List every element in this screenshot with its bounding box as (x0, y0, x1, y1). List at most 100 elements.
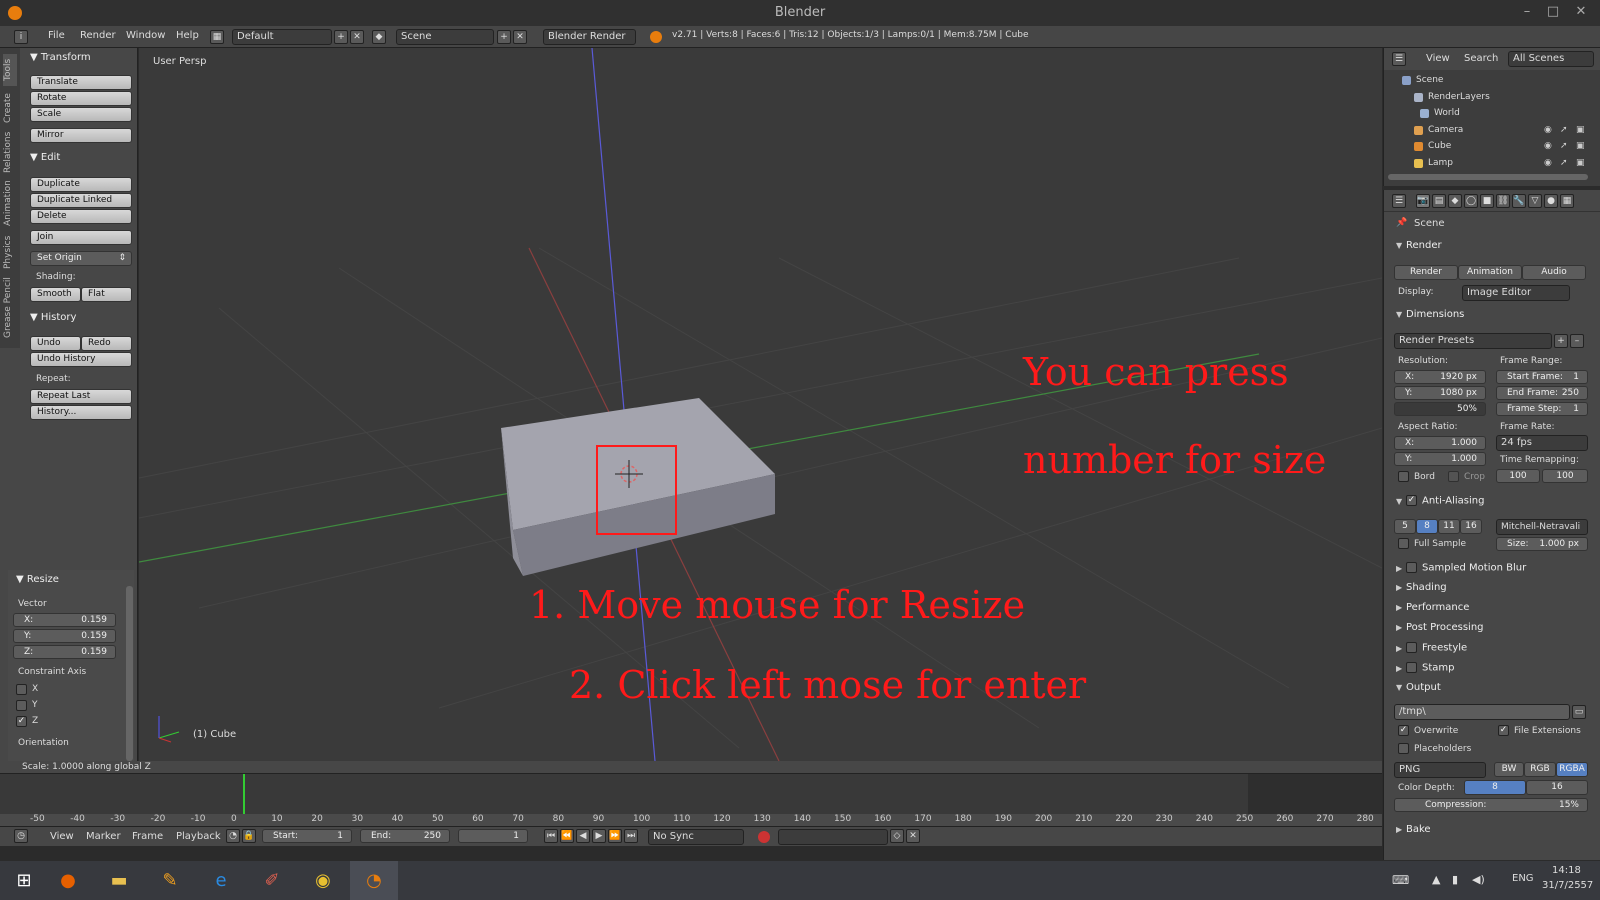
screen-layout-icon[interactable]: ▦ (210, 30, 224, 44)
delete-keyframe-icon[interactable]: ✕ (906, 829, 920, 843)
menu-render[interactable]: Render (80, 30, 116, 41)
chrome-icon[interactable]: ◉ (299, 861, 347, 900)
outliner-item-camera[interactable]: Camera ◉ ➚ ▣ (1384, 122, 1594, 138)
clock-date[interactable]: 31/7/2557 (1542, 880, 1593, 891)
tab-create[interactable]: Create (3, 90, 17, 126)
paint-icon[interactable]: ✐ (248, 861, 296, 900)
audio-button[interactable]: Audio (1522, 265, 1586, 280)
timeline-menu-marker[interactable]: Marker (86, 831, 121, 842)
remove-preset-icon[interactable]: – (1570, 334, 1584, 348)
mirror-button[interactable]: Mirror (30, 128, 132, 143)
internet-explorer-icon[interactable]: e (197, 861, 245, 900)
play-reverse-icon[interactable]: ◀ (576, 829, 590, 843)
add-preset-icon[interactable]: + (1554, 334, 1568, 348)
repeat-last-button[interactable]: Repeat Last (30, 389, 132, 404)
file-format-select[interactable]: PNG (1394, 762, 1486, 778)
outliner-item-scene[interactable]: Scene (1384, 72, 1594, 88)
placeholders-checkbox[interactable] (1398, 743, 1409, 754)
pin-icon[interactable]: 📌 (1396, 218, 1407, 228)
tab-physics[interactable]: Physics (3, 232, 17, 272)
jump-end-icon[interactable]: ⏭ (624, 829, 638, 843)
minimize-button[interactable]: – (1514, 0, 1540, 26)
vector-x-field[interactable]: X: 0.159 (13, 613, 116, 627)
history-button[interactable]: History... (30, 405, 132, 420)
output-section-header[interactable]: ▼ Output (1396, 682, 1441, 693)
dimensions-section-header[interactable]: ▼ Dimensions (1396, 309, 1464, 320)
bake-section-header[interactable]: ▶ Bake (1396, 824, 1431, 835)
visibility-eye-icon[interactable]: ◉ (1544, 155, 1552, 171)
aa-samples-11[interactable]: 11 (1438, 519, 1460, 534)
smooth-button[interactable]: Smooth (30, 287, 81, 302)
properties-editor-icon[interactable]: ☰ (1392, 194, 1406, 208)
render-button[interactable]: Render (1394, 265, 1458, 280)
anti-aliasing-section-header[interactable]: ▼ ✓ Anti-Aliasing (1396, 495, 1484, 507)
edit-panel-header[interactable]: ▼ Edit (30, 152, 60, 163)
timeline-editor[interactable]: -50 -40 -30 -20 -10 0 10 20 30 40 50 60 70 80 90 100 110… (0, 773, 1382, 846)
selectable-arrow-icon[interactable]: ➚ (1560, 138, 1568, 154)
renderable-camera-icon[interactable]: ▣ (1576, 155, 1585, 171)
play-icon[interactable]: ▶ (592, 829, 606, 843)
scene-field[interactable]: Scene (396, 29, 494, 45)
delete-button[interactable]: Delete (30, 209, 132, 224)
jump-start-icon[interactable]: ⏮ (544, 829, 558, 843)
full-sample-checkbox[interactable] (1398, 538, 1409, 549)
post-processing-section-header[interactable]: ▶ Post Processing (1396, 622, 1484, 633)
menu-file[interactable]: File (48, 30, 65, 41)
output-path-field[interactable]: /tmp\ (1394, 704, 1570, 720)
resolution-percentage-field[interactable]: 50% (1394, 402, 1486, 416)
jump-key-forward-icon[interactable]: ⏩ (608, 829, 622, 843)
resize-panel-header[interactable]: ▼ Resize (16, 574, 59, 585)
outliner-item-world[interactable]: World (1384, 105, 1594, 121)
translate-button[interactable]: Translate (30, 75, 132, 90)
scene-tab-icon[interactable]: ◆ (1448, 194, 1462, 208)
operator-scrollbar[interactable] (126, 586, 133, 761)
frame-rate-select[interactable]: 24 fps (1496, 435, 1588, 451)
color-depth-8-button[interactable]: 8 (1464, 780, 1526, 795)
renderable-camera-icon[interactable]: ▣ (1576, 138, 1585, 154)
remap-old-field[interactable]: 100 (1496, 469, 1540, 483)
firefox-icon[interactable]: ● (44, 861, 92, 900)
anti-aliasing-checkbox[interactable]: ✓ (1406, 495, 1417, 506)
compression-field[interactable]: Compression: 15% (1394, 798, 1588, 812)
render-section-header[interactable]: ▼ Render (1396, 240, 1442, 251)
file-extensions-checkbox[interactable]: ✓ (1498, 725, 1509, 736)
clock-time[interactable]: 14:18 (1552, 865, 1581, 876)
animation-button[interactable]: Animation (1458, 265, 1522, 280)
modifiers-tab-icon[interactable]: 🔧 (1512, 194, 1526, 208)
join-button[interactable]: Join (30, 230, 132, 245)
sampled-motion-blur-header[interactable]: ▶ Sampled Motion Blur (1396, 562, 1526, 574)
data-tab-icon[interactable]: ▽ (1528, 194, 1542, 208)
tray-arrow-icon[interactable]: ▲ (1432, 873, 1440, 886)
set-origin-select[interactable]: Set Origin ⇕ (30, 251, 132, 266)
folder-icon[interactable]: ▭ (1572, 705, 1586, 719)
keying-set-field[interactable] (778, 829, 888, 845)
constraint-y-checkbox[interactable] (16, 700, 27, 711)
selectable-arrow-icon[interactable]: ➚ (1560, 155, 1568, 171)
outliner-item-lamp[interactable]: Lamp ◉ ➚ ▣ (1384, 155, 1594, 171)
aa-size-field[interactable]: Size: 1.000 px (1496, 537, 1588, 551)
render-tab-icon[interactable]: 📷 (1416, 194, 1430, 208)
3d-viewport[interactable]: User Persp (1) Cube You can press number… (139, 48, 1382, 761)
overwrite-checkbox[interactable]: ✓ (1398, 725, 1409, 736)
timeline-editor-icon[interactable]: ◷ (14, 829, 28, 843)
render-engine-select[interactable]: Blender Render (543, 29, 636, 45)
color-rgb-button[interactable]: RGB (1524, 762, 1556, 777)
current-frame-marker[interactable] (243, 774, 245, 814)
maximize-button[interactable]: □ (1540, 0, 1566, 26)
volume-icon[interactable]: ◀) (1472, 873, 1485, 886)
aa-samples-8[interactable]: 8 (1416, 519, 1438, 534)
freestyle-section-header[interactable]: ▶ Freestyle (1396, 642, 1467, 654)
tab-relations[interactable]: Relations (3, 130, 17, 174)
remove-scene-icon[interactable]: ✕ (513, 30, 527, 44)
language-indicator[interactable]: ENG (1512, 873, 1534, 884)
editor-type-icon[interactable]: i (14, 30, 28, 44)
timeline-menu-frame[interactable]: Frame (132, 831, 163, 842)
display-select[interactable]: Image Editor (1462, 285, 1570, 301)
freestyle-checkbox[interactable] (1406, 642, 1417, 653)
current-frame-field[interactable]: 1 (458, 829, 528, 843)
outliner-filter-select[interactable]: All Scenes (1508, 51, 1594, 67)
remap-new-field[interactable]: 100 (1542, 469, 1588, 483)
timeline-menu-view[interactable]: View (50, 831, 74, 842)
jump-key-back-icon[interactable]: ⏪ (560, 829, 574, 843)
tab-grease-pencil[interactable]: Grease Pencil (3, 276, 17, 340)
